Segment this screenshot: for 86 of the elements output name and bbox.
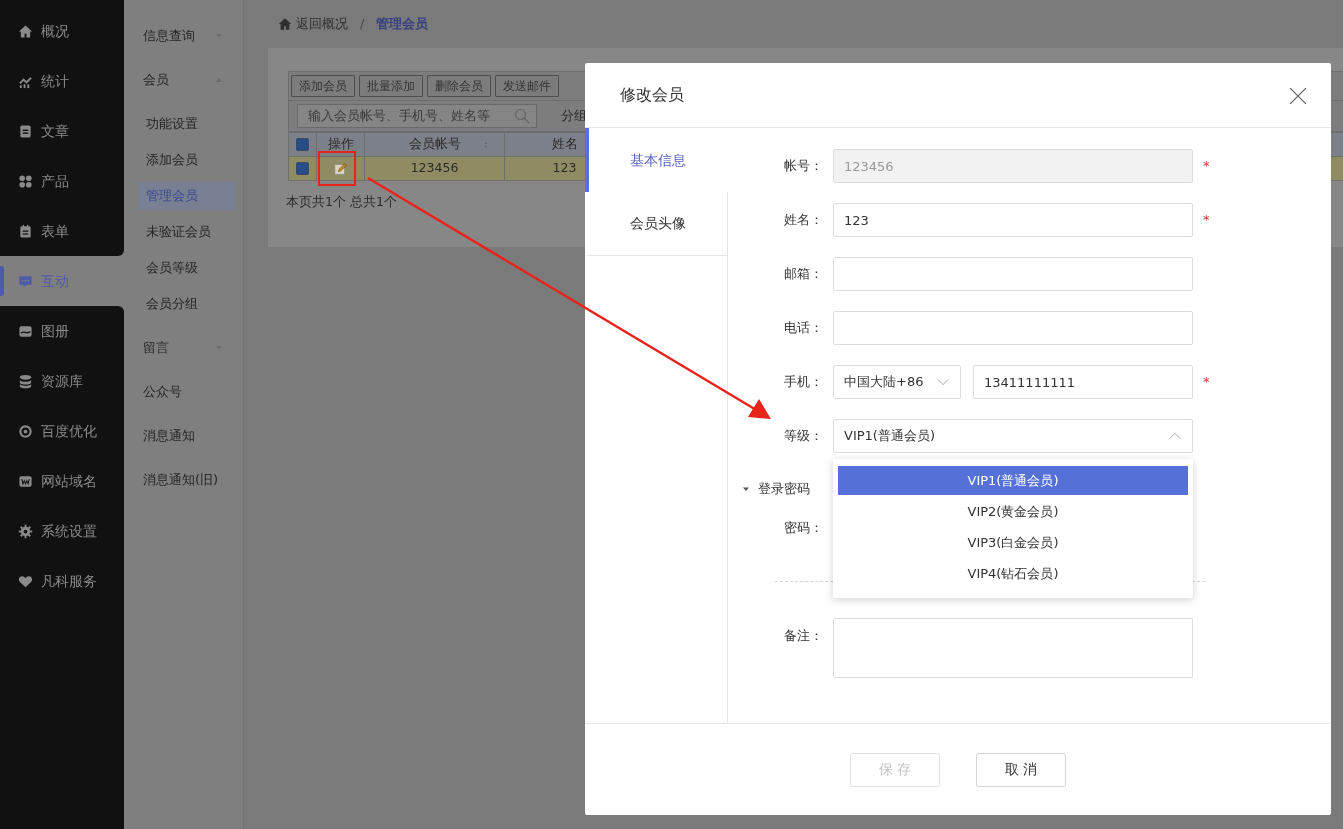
input-field[interactable] [833,311,1193,345]
menu-item[interactable]: 消息通知 [138,414,243,458]
database-icon [18,373,33,389]
required-asterisk: * [1203,211,1210,230]
submenu-item[interactable]: 会员等级 [138,254,235,282]
dialog-tab[interactable]: 会员头像 [585,192,728,256]
cancel-button[interactable]: 取 消 [976,752,1066,787]
picture-icon [18,323,33,339]
filter-label: 分组 [561,107,587,126]
select-value: VIP1(普通会员) [844,427,935,446]
dropdown-option[interactable]: VIP4(钻石会员) [838,559,1188,588]
nav-item[interactable]: 图册 [0,306,124,356]
required-asterisk: * [1203,157,1210,176]
dropdown-option[interactable]: VIP1(普通会员) [838,466,1188,495]
page-summary: 本页共1个 总共1个 [286,193,397,211]
field-label: 备注： [783,627,824,645]
table-cell: 123456 [364,156,505,181]
menu-group[interactable]: 留言 [138,326,243,370]
nav-item[interactable]: 网站域名 [0,456,124,506]
remark-textarea[interactable] [833,618,1193,678]
input-field[interactable]: 123 [833,203,1193,237]
toolbar-button[interactable]: 删除会员 [427,75,491,97]
menu-group[interactable]: 信息查询 [138,14,243,58]
menu-group-label: 信息查询 [143,27,195,46]
submenu-item[interactable]: 功能设置 [138,110,235,138]
menu-group-label: 留言 [143,339,169,358]
breadcrumb-separator: / [360,15,365,34]
search-icon [514,108,530,124]
heart-icon [18,573,33,589]
dialog-title: 修改会员 [620,84,684,106]
field-label: 邮箱： [783,265,824,284]
region-select[interactable]: 中国大陆+86 [833,365,961,399]
submenu-item[interactable]: 添加会员 [138,146,235,174]
section-title: 登录密码 [758,480,810,499]
field-label: 等级： [783,427,824,446]
select-all-checkbox[interactable] [296,138,309,152]
field-label: 密码： [783,519,824,538]
field-label: 姓名： [783,211,824,230]
row-checkbox[interactable] [296,162,309,176]
document-icon [18,123,33,139]
region-value: 中国大陆+86 [844,373,924,392]
close-icon [1289,86,1307,105]
settings-icon [18,523,33,539]
section-toggle[interactable]: 登录密码 [728,479,810,499]
required-asterisk: * [1203,373,1210,392]
home-icon [278,17,292,31]
field-label: 手机： [783,373,824,392]
highlight-frame [318,151,356,186]
nav-item[interactable]: 百度优化 [0,406,124,456]
search-field[interactable]: 输入会员帐号、手机号、姓名等 [297,104,537,128]
nav-item[interactable]: 统计 [0,56,124,106]
edit-pencil-icon [333,161,348,176]
column-header[interactable]: 会员帐号 [364,132,505,157]
submenu-item[interactable]: 管理会员 [138,182,235,210]
nav-item[interactable]: 凡科服务 [0,556,124,606]
toolbar-button[interactable]: 添加会员 [291,75,355,97]
toolbar-button[interactable]: 发送邮件 [495,75,559,97]
nav-item[interactable]: 文章 [0,106,124,156]
menu-group-label: 会员 [143,71,169,90]
toolbar-button[interactable]: 批量添加 [359,75,423,97]
phone-input[interactable]: 13411111111 [973,365,1193,399]
menu-item[interactable]: 消息通知(旧) [138,458,243,502]
grid-icon [18,173,33,189]
field-label: 电话： [783,319,824,338]
nav-item[interactable]: 概况 [0,6,124,56]
submenu-item[interactable]: 未验证会员 [138,218,235,246]
submenu-item[interactable]: 会员分组 [138,290,235,318]
breadcrumb-link[interactable]: 返回概况 [296,14,348,34]
home-icon [18,23,33,39]
search-placeholder: 输入会员帐号、手机号、姓名等 [308,106,490,125]
nav-item[interactable]: 系统设置 [0,506,124,556]
target-icon [18,423,33,439]
menu-group[interactable]: 会员 [138,58,243,102]
w-badge-icon [18,473,33,489]
breadcrumb-current: 管理会员 [376,15,429,34]
field-label: 帐号： [783,157,824,176]
dropdown-option[interactable]: VIP3(白金会员) [838,528,1188,557]
nav-item[interactable]: 资源库 [0,356,124,406]
menu-item[interactable]: 公众号 [138,370,243,414]
input-field[interactable] [833,257,1193,291]
clipboard-icon [18,223,33,239]
level-select[interactable]: VIP1(普通会员) [833,419,1193,453]
nav-item[interactable]: 产品 [0,156,124,206]
chat-icon [18,273,33,289]
dropdown-option[interactable]: VIP2(黄金会员) [838,497,1188,526]
nav-item[interactable]: 表单 [0,206,124,256]
